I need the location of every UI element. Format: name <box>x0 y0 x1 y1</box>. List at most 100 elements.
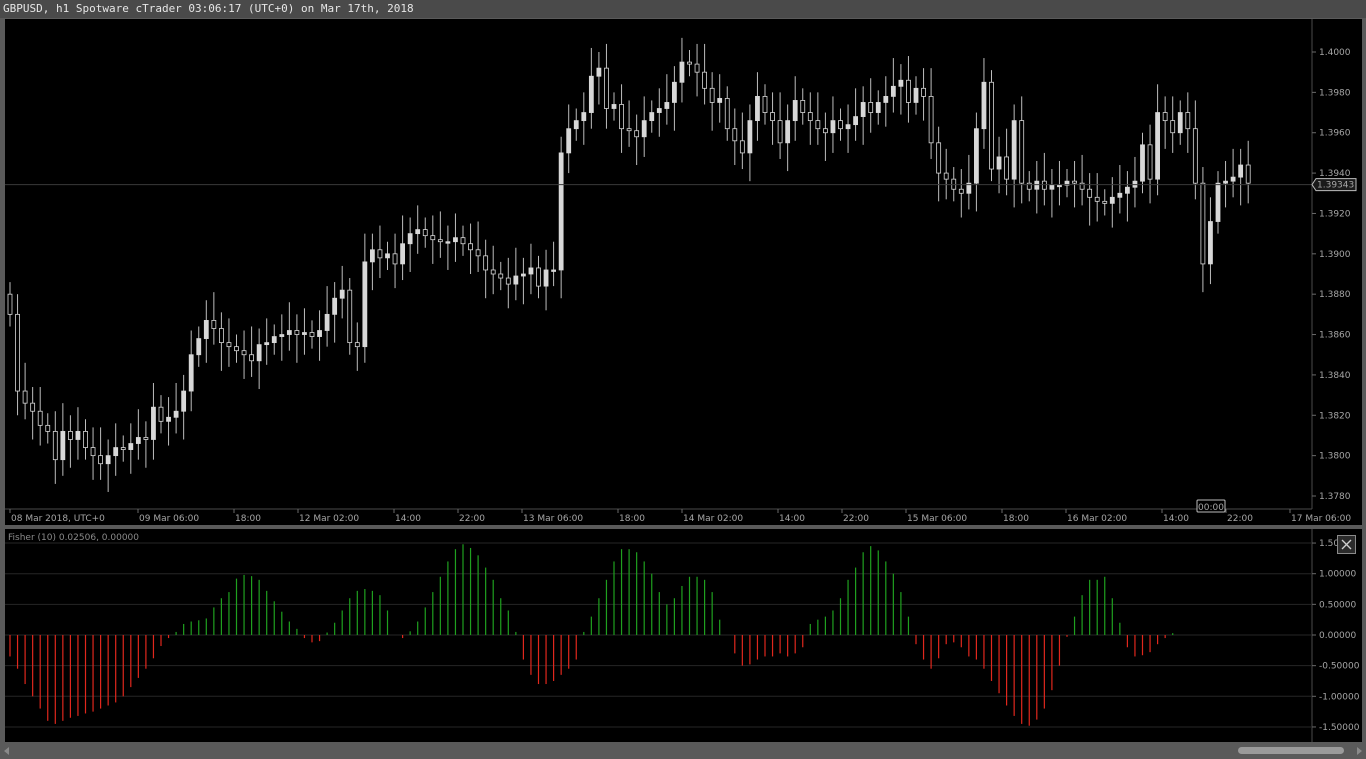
candle-body <box>717 98 723 103</box>
candle-body <box>22 390 28 404</box>
candle-body <box>105 455 111 465</box>
candle-body <box>196 338 202 356</box>
candle-body <box>619 104 624 130</box>
candle-body <box>943 172 949 180</box>
candle-body <box>505 277 511 285</box>
candle-body <box>1230 176 1236 182</box>
time-tick-label: 17 Mar 06:00 <box>1291 514 1351 524</box>
candle-body <box>475 249 481 257</box>
candle-body <box>286 330 292 335</box>
candle-body <box>430 235 436 241</box>
candle-body <box>928 96 934 144</box>
candle-body <box>777 120 783 144</box>
candle-body <box>1072 180 1077 184</box>
candle-body <box>264 342 270 346</box>
candle-body <box>755 96 760 122</box>
candle-body <box>1019 120 1025 184</box>
candle-body <box>181 390 187 412</box>
candle-body <box>1185 112 1191 130</box>
candle-body <box>747 120 753 154</box>
indicator-tick-label: 0.00000 <box>1319 631 1356 641</box>
candle-body <box>913 87 919 103</box>
candle-body <box>981 81 987 130</box>
candle-body <box>739 140 745 154</box>
candle-body <box>1147 144 1153 180</box>
indicator-tick-label: 1.00000 <box>1319 570 1356 580</box>
candle-body <box>800 100 806 113</box>
price-tick-label: 1.3880 <box>1319 290 1351 300</box>
candle-body <box>1109 196 1115 204</box>
time-tick-label: 13 Mar 06:00 <box>523 514 583 524</box>
candle-body <box>823 128 828 134</box>
candle-body <box>1117 192 1123 198</box>
candle-body <box>936 142 942 174</box>
candle-body <box>1011 120 1017 180</box>
candle-body <box>1177 112 1183 134</box>
horizontal-scrollbar[interactable] <box>0 742 1366 759</box>
candle-body <box>60 431 66 461</box>
candle-body <box>226 342 232 348</box>
price-tick-label: 1.3800 <box>1319 452 1351 462</box>
candle-body <box>807 112 813 122</box>
candle-body <box>1208 221 1213 265</box>
candle-body <box>1238 164 1244 178</box>
candle-body <box>513 275 519 285</box>
candle-body <box>120 447 126 450</box>
candle-body <box>1102 200 1108 204</box>
candle-body <box>1140 144 1145 182</box>
candle-body <box>354 342 360 348</box>
close-indicator-button[interactable] <box>1337 535 1356 554</box>
price-tick-label: 1.3860 <box>1319 331 1351 341</box>
candle-body <box>437 239 443 243</box>
candle-body <box>294 330 300 335</box>
candle-body <box>37 410 43 426</box>
candle-body <box>400 243 406 265</box>
candle-body <box>875 102 881 113</box>
scroll-left-arrow-icon[interactable] <box>4 747 9 755</box>
candle-body <box>830 120 836 134</box>
candle-body <box>83 431 88 448</box>
candle-body <box>1004 156 1009 180</box>
candle-body <box>664 102 670 109</box>
candle-body <box>75 431 81 440</box>
time-tick-label: 14:00 <box>1163 514 1189 524</box>
candle-body <box>256 344 262 362</box>
candle-body <box>573 120 579 130</box>
time-tick-label: 22:00 <box>459 514 485 524</box>
candle-body <box>724 98 730 130</box>
scrollbar-thumb[interactable] <box>1238 747 1344 754</box>
candle-body <box>989 81 994 170</box>
price-panel-bg[interactable] <box>5 19 1362 525</box>
candle-body <box>45 424 51 432</box>
candle-body <box>135 437 141 444</box>
candle-body <box>1034 180 1040 190</box>
candle-body <box>241 350 247 356</box>
candle-body <box>641 120 647 138</box>
indicator-tick-label: -0.50000 <box>1319 662 1360 672</box>
candle-body <box>128 443 134 450</box>
candle-body <box>838 120 843 130</box>
candle-body <box>521 273 526 277</box>
candle-body <box>392 253 398 265</box>
candle-body <box>1087 188 1093 198</box>
price-tick-label: 1.4000 <box>1319 48 1351 58</box>
price-tick-label: 1.3960 <box>1319 129 1351 139</box>
candle-body <box>498 273 504 279</box>
candle-body <box>883 96 889 103</box>
time-tick-label: 22:00 <box>843 514 869 524</box>
candle-body <box>460 237 466 245</box>
candle-body <box>672 81 677 103</box>
candle-body <box>385 253 390 259</box>
candle-body <box>445 241 451 244</box>
scroll-right-arrow-icon[interactable] <box>1357 747 1362 755</box>
chart-canvas[interactable]: 1.4000 1.3980 1.3960 1.3940 1.3920 1.3900 1.38… <box>0 0 1366 742</box>
time-tick-label: 12 Mar 02:00 <box>299 514 359 524</box>
price-tick-label: 1.3940 <box>1319 169 1351 179</box>
candle-body <box>234 346 239 352</box>
candle-body <box>1162 112 1168 122</box>
candle-body <box>1223 180 1228 184</box>
candle-body <box>166 416 171 422</box>
time-tick-label: 08 Mar 2018, UTC+0 <box>11 514 105 524</box>
candle-body <box>249 354 255 362</box>
candle-body <box>860 102 866 117</box>
